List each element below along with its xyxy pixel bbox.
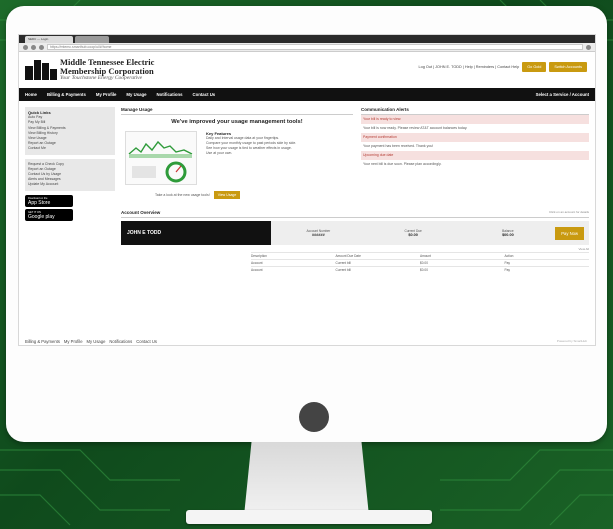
app-store-big: App Store	[28, 199, 51, 206]
footer-link[interactable]: Contact Us	[136, 339, 157, 344]
table-cell: $0.00	[420, 261, 428, 265]
account-table: Description Amount Due Date Amount Actio…	[251, 252, 589, 273]
table-header-cell: Amount Due Date	[335, 254, 361, 258]
logo-tagline: Your Touchstone Energy Cooperative	[60, 75, 143, 82]
dashboard: Manage Usage We've improved your usage m…	[121, 107, 589, 273]
top-links-text[interactable]: Log Out | JOHN E. TODD | Help | Reminder…	[419, 65, 520, 69]
browser-tab[interactable]: SEDC — Login	[25, 36, 73, 43]
more-links-box: Request a Check Copy Report an Outage Co…	[25, 158, 115, 191]
browser-tabbar: SEDC — Login	[19, 35, 595, 43]
alert-heading[interactable]: Upcoming due date	[361, 151, 589, 160]
site-footer: Billing & Payments My Profile My Usage N…	[25, 339, 157, 344]
browser-tab-inactive[interactable]	[75, 36, 109, 43]
table-cell: Account	[251, 261, 263, 265]
google-play-badge[interactable]: GET IT ON Google play	[25, 208, 73, 221]
alert-text: Your next bill is due soon. Please plan …	[363, 162, 442, 166]
account-section-title: Account Overview	[121, 210, 161, 215]
table-row: Account Current bill $0.00 Pay	[251, 259, 589, 266]
back-icon[interactable]	[23, 44, 28, 50]
account-cell: Balance $00.00	[461, 229, 556, 237]
table-cell[interactable]: Pay	[505, 268, 590, 272]
site-header: Middle Tennessee Electric Membership Cor…	[19, 52, 595, 88]
account-hint: Click on an account for details	[548, 210, 589, 214]
communication-alerts: Communication Alerts Your bill is ready …	[361, 107, 589, 202]
logo-line2: Membership Corporation	[60, 65, 154, 76]
table-cell: Current bill	[335, 268, 351, 272]
usage-headline: We've improved your usage management too…	[171, 119, 303, 125]
footer-powered: Powered by SmartHub	[556, 339, 587, 343]
reload-icon[interactable]	[39, 44, 44, 50]
usage-features: Key Features Daily and Interval usage da…	[206, 131, 346, 156]
nav-billing[interactable]: Billing & Payments	[47, 92, 86, 97]
alert-text: Your bill is now ready. Please review AT…	[363, 126, 468, 130]
sidebar-link[interactable]: Update My Account	[28, 182, 112, 187]
table-header-cell: Action	[504, 254, 514, 258]
usage-preview-image	[125, 131, 197, 185]
alert-text: Your payment has been received. Thank yo…	[363, 144, 434, 148]
monitor-base	[186, 510, 432, 524]
table-cell: Current bill	[335, 261, 351, 265]
address-bar: https://mtemc.smarthub.coop/ui/#/home	[19, 43, 595, 52]
screen: SEDC — Login https://mtemc.smarthub.coop…	[18, 34, 596, 346]
top-links: Log Out | JOHN E. TODD | Help | Reminder…	[419, 62, 587, 72]
main-content: Quick Links Auto Pay Pay My Bill View Bi…	[19, 101, 595, 273]
footer-link[interactable]: My Usage	[87, 339, 106, 344]
account-row[interactable]: JOHN E TODD Account Number ###### Current…	[121, 221, 589, 245]
table-row: Account Current bill $0.00 Pay	[251, 266, 589, 273]
table-header: Description Amount Due Date Amount Actio…	[251, 252, 589, 259]
pay-now-button[interactable]: Pay Now	[555, 226, 585, 240]
monitor-button-icon	[299, 402, 329, 432]
alert-heading[interactable]: Your bill is ready to view.	[361, 115, 589, 124]
quick-links-box: Quick Links Auto Pay Pay My Bill View Bi…	[25, 107, 115, 155]
logo-text[interactable]: Middle Tennessee Electric Membership Cor…	[60, 58, 154, 82]
usage-panel: Manage Usage We've improved your usage m…	[121, 107, 353, 202]
main-nav: Home Billing & Payments My Profile My Us…	[19, 88, 595, 101]
sidebar: Quick Links Auto Pay Pay My Bill View Bi…	[25, 107, 115, 273]
cooperative-logo-icon	[25, 60, 57, 80]
view-all-link[interactable]: View All	[121, 247, 589, 251]
nav-service-select[interactable]: Select a Service / Account	[536, 92, 589, 97]
nav-home[interactable]: Home	[25, 92, 37, 97]
nav-usage[interactable]: My Usage	[126, 92, 146, 97]
monitor-stand	[244, 442, 369, 516]
table-cell[interactable]: Pay	[505, 261, 590, 265]
monitor: SEDC — Login https://mtemc.smarthub.coop…	[6, 6, 607, 442]
nav-notifications[interactable]: Notifications	[156, 92, 182, 97]
url-input[interactable]: https://mtemc.smarthub.coop/ui/#/home	[47, 44, 583, 50]
cell-value: $0.00	[408, 233, 418, 237]
footer-link[interactable]: My Profile	[64, 339, 83, 344]
google-play-big: Google play	[28, 213, 55, 220]
footer-link[interactable]: Notifications	[109, 339, 132, 344]
cell-value: $00.00	[502, 233, 514, 237]
feature-item: Use at your own.	[206, 151, 233, 155]
go-gold-button[interactable]: Go Gold	[522, 62, 547, 72]
forward-icon[interactable]	[31, 44, 36, 50]
account-overview: Account Overview Click on an account for…	[121, 210, 589, 273]
footer-link[interactable]: Billing & Payments	[25, 339, 60, 344]
cell-value: ######	[312, 233, 325, 237]
usage-foot-text: Take a look at the new usage tools!	[155, 193, 210, 197]
account-cell: Current Due $0.00	[366, 229, 461, 237]
usage-chart-icon	[128, 140, 193, 183]
nav-profile[interactable]: My Profile	[96, 92, 117, 97]
table-header-cell: Amount	[420, 254, 431, 258]
usage-section-title: Manage Usage	[121, 107, 353, 115]
table-header-cell: Description	[251, 254, 267, 258]
alert-heading[interactable]: Payment confirmation	[361, 133, 589, 142]
table-cell: $0.00	[420, 268, 428, 272]
app-store-badge[interactable]: Download on the App Store	[25, 194, 73, 207]
account-holder-name: JOHN E TODD	[121, 221, 271, 245]
table-cell: Account	[251, 268, 263, 272]
switch-accounts-button[interactable]: Switch Accounts	[549, 62, 587, 72]
nav-contact[interactable]: Contact Us	[193, 92, 216, 97]
menu-icon[interactable]	[586, 44, 591, 50]
view-usage-button[interactable]: View Usage	[213, 191, 241, 199]
account-cell: Account Number ######	[271, 229, 366, 237]
comm-section-title: Communication Alerts	[361, 107, 589, 115]
usage-footer: Take a look at the new usage tools! View…	[155, 191, 241, 199]
sidebar-link[interactable]: Contact Me	[28, 146, 112, 151]
